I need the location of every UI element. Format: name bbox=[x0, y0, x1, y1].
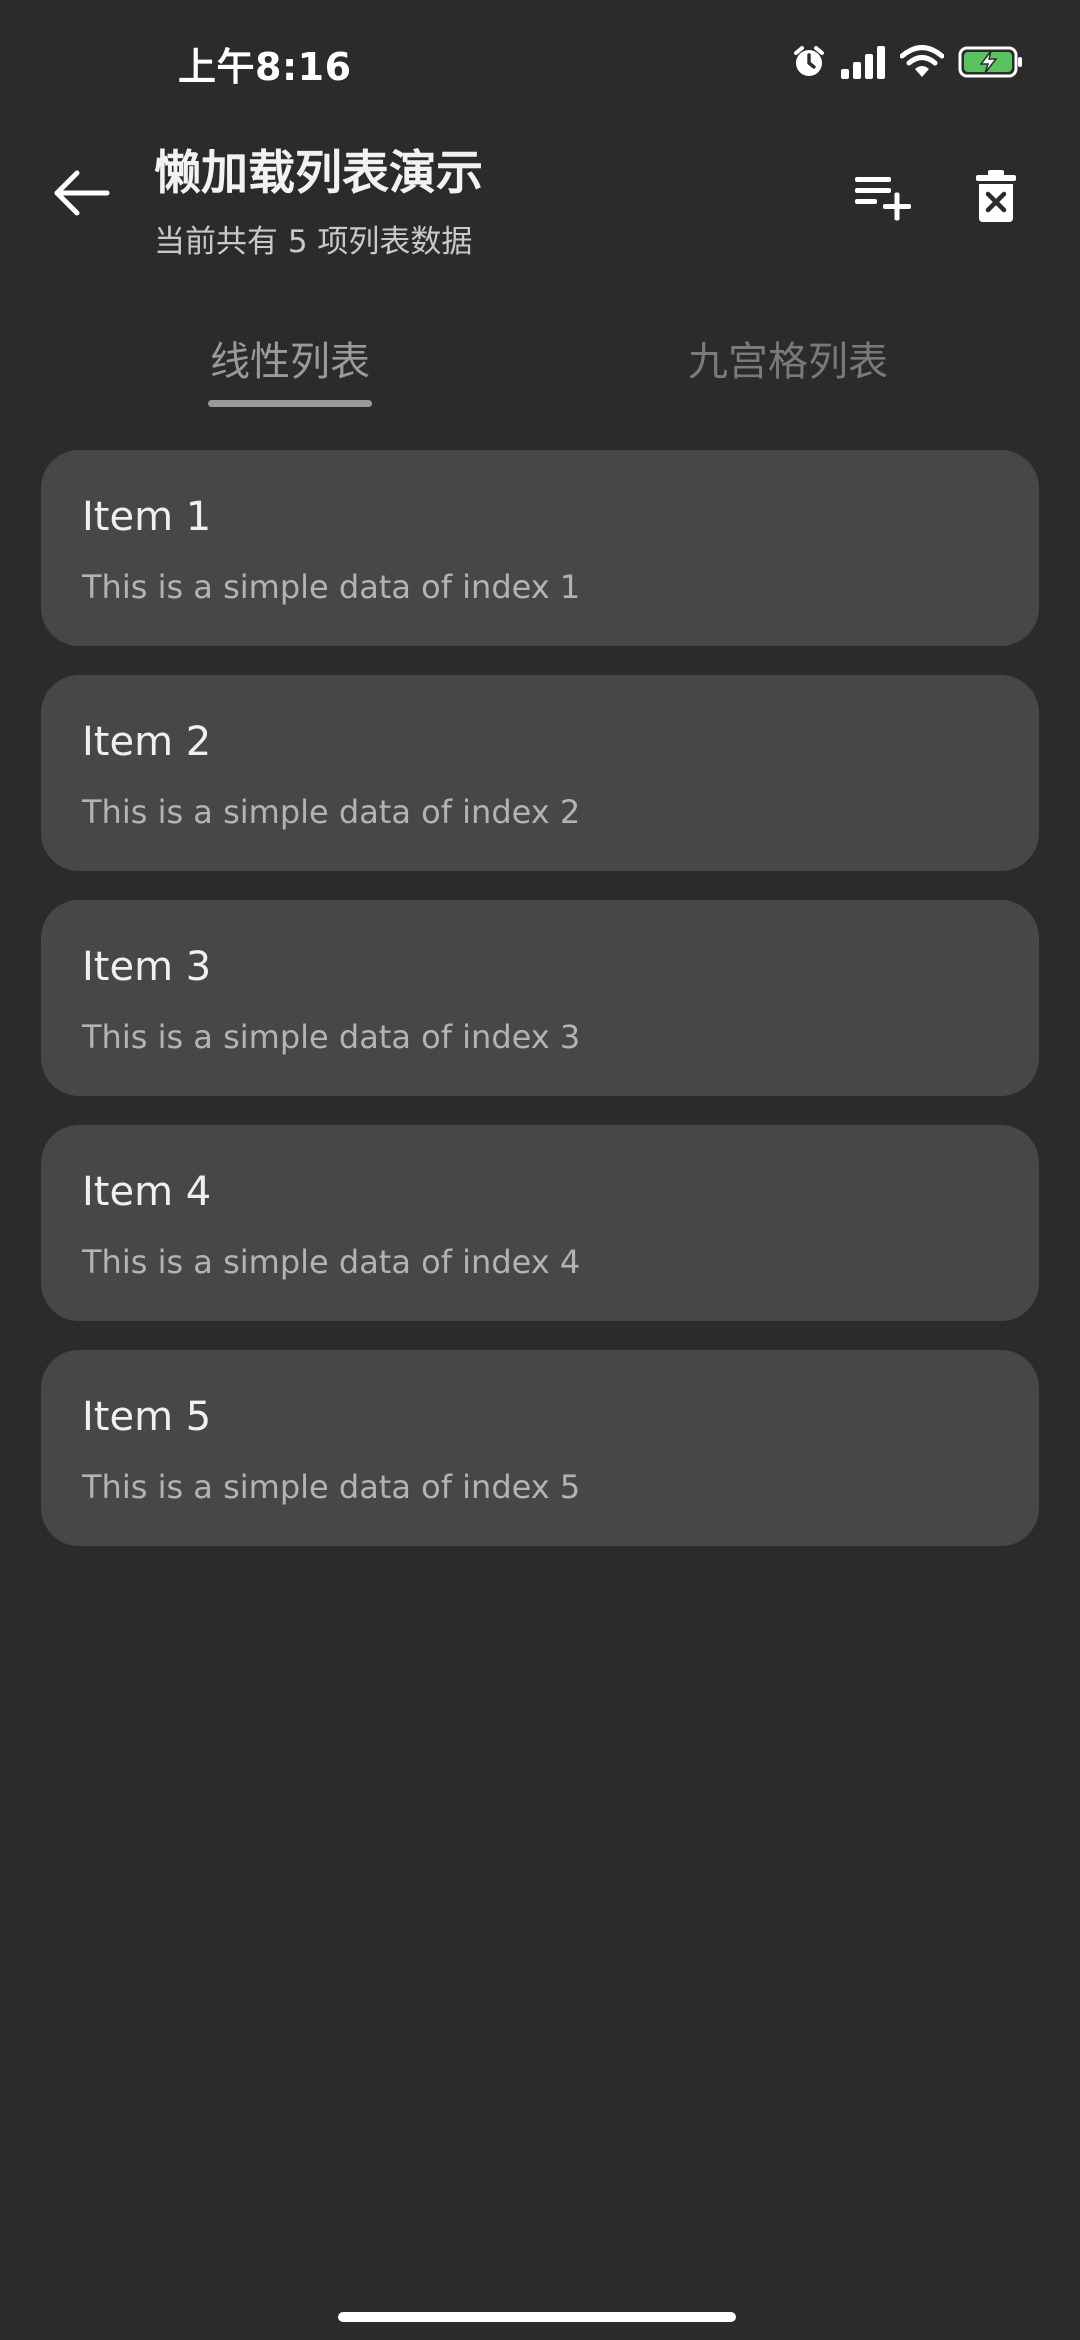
playlist-add-icon bbox=[853, 171, 915, 225]
list-item-description: This is a simple data of index 5 bbox=[82, 1468, 581, 1506]
list-item-title: Item 1 bbox=[82, 494, 212, 540]
list-item[interactable]: Item 4 This is a simple data of index 4 bbox=[41, 1125, 1039, 1321]
tab-bar: 线性列表 九宫格列表 bbox=[0, 300, 1080, 420]
item-list: Item 1 This is a simple data of index 1 … bbox=[41, 450, 1039, 1575]
wifi-icon bbox=[900, 45, 944, 79]
list-item-description: This is a simple data of index 1 bbox=[82, 568, 581, 606]
home-indicator[interactable] bbox=[338, 2312, 736, 2322]
status-time: 上午8:16 bbox=[178, 45, 352, 89]
page-title: 懒加载列表演示 bbox=[154, 146, 483, 201]
list-item-description: This is a simple data of index 3 bbox=[82, 1018, 581, 1056]
status-icons bbox=[792, 42, 1024, 82]
screen: 上午8:16 懒加载列表演示 当前共有 5 项列表数据 线性列表 九宫格列表 I… bbox=[0, 0, 1080, 2340]
list-item-title: Item 2 bbox=[82, 719, 212, 765]
add-item-button[interactable] bbox=[844, 158, 924, 238]
list-item[interactable]: Item 3 This is a simple data of index 3 bbox=[41, 900, 1039, 1096]
delete-all-button[interactable] bbox=[956, 158, 1036, 238]
arrow-left-icon bbox=[51, 168, 111, 222]
list-item-description: This is a simple data of index 2 bbox=[82, 793, 581, 831]
tab-linear-list[interactable]: 线性列表 bbox=[170, 328, 410, 388]
status-bar: 上午8:16 bbox=[0, 0, 1080, 120]
back-button[interactable] bbox=[46, 160, 116, 230]
delete-icon bbox=[974, 168, 1018, 228]
alarm-icon bbox=[792, 45, 826, 79]
battery-charging-icon bbox=[958, 45, 1024, 79]
app-bar: 懒加载列表演示 当前共有 5 项列表数据 bbox=[0, 120, 1080, 280]
list-item[interactable]: Item 2 This is a simple data of index 2 bbox=[41, 675, 1039, 871]
signal-icon bbox=[840, 45, 886, 79]
tab-indicator bbox=[208, 400, 372, 407]
list-item-title: Item 3 bbox=[82, 944, 212, 990]
page-subtitle: 当前共有 5 项列表数据 bbox=[154, 224, 473, 260]
list-item-description: This is a simple data of index 4 bbox=[82, 1243, 581, 1281]
list-item-title: Item 4 bbox=[82, 1169, 212, 1215]
list-item[interactable]: Item 1 This is a simple data of index 1 bbox=[41, 450, 1039, 646]
tab-grid-list[interactable]: 九宫格列表 bbox=[668, 328, 908, 388]
list-item[interactable]: Item 5 This is a simple data of index 5 bbox=[41, 1350, 1039, 1546]
list-item-title: Item 5 bbox=[82, 1394, 212, 1440]
